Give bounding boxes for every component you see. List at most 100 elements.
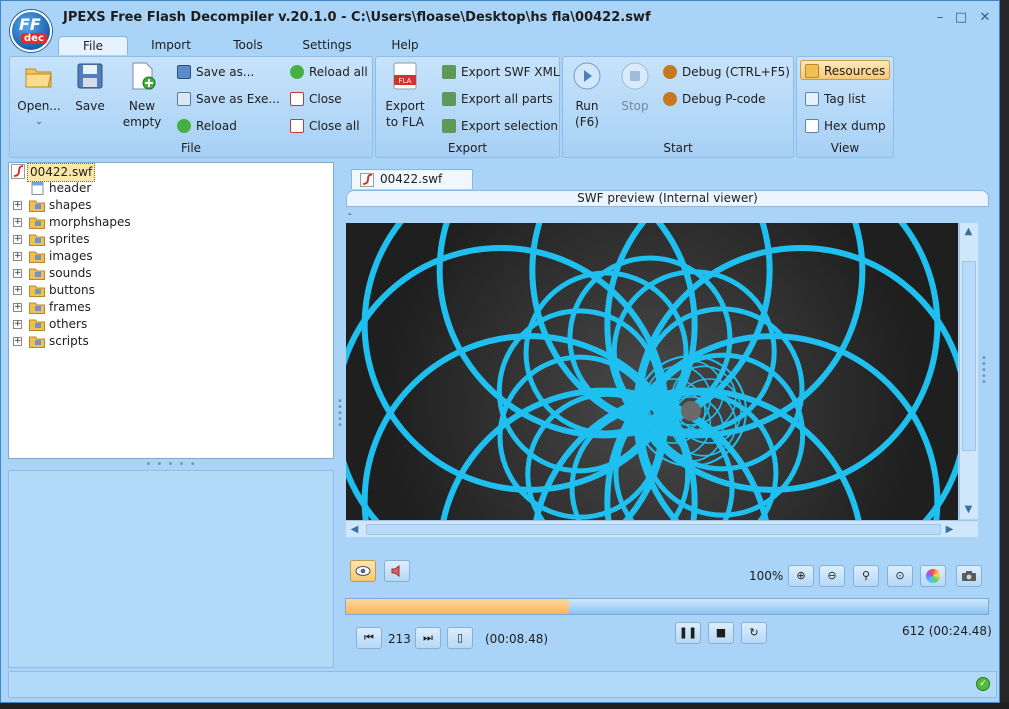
mute-toggle[interactable] [384, 560, 410, 582]
previous-frame-icon: ⏮ [364, 631, 374, 644]
goto-frame-button[interactable]: ▯ [447, 627, 473, 649]
expand-plus-icon[interactable]: + [13, 252, 22, 261]
scroll-down-arrow-icon[interactable]: ▼ [960, 501, 977, 518]
show-preview-toggle[interactable] [350, 560, 376, 582]
ribbon-group-export: FLA Export to FLA Export SWF XML Export … [375, 56, 560, 158]
tree-item-others[interactable]: + others [9, 316, 309, 333]
rosette-center-dot [681, 401, 701, 421]
background-color-button[interactable] [920, 565, 946, 587]
tree-item-scripts[interactable]: + scripts [9, 333, 309, 350]
tree-item-shapes[interactable]: + shapes [9, 197, 309, 214]
right-splitter-grip[interactable]: • • • • • [981, 354, 987, 388]
tree-item-morphshapes[interactable]: + morphshapes [9, 214, 309, 231]
stop-playback-button[interactable]: ■ [708, 622, 734, 644]
zoom-in-button[interactable]: ⊕ [788, 565, 814, 587]
logo-ff-text: FF [19, 15, 41, 34]
save-as-exe-button[interactable]: Save as Exe... [177, 89, 280, 109]
camera-icon [962, 571, 976, 581]
scroll-up-arrow-icon[interactable]: ▲ [960, 223, 977, 240]
minimize-button[interactable]: – [933, 11, 947, 25]
next-frame-button[interactable]: ⏭ [415, 627, 441, 649]
new-file-icon [132, 62, 156, 90]
vertical-splitter-grip[interactable]: • • • • • [337, 397, 343, 431]
tree-item-sounds[interactable]: + sounds [9, 265, 309, 282]
expand-plus-icon[interactable]: + [13, 235, 22, 244]
maximize-button[interactable]: □ [954, 11, 968, 25]
tree-item-label: images [49, 249, 93, 263]
expand-plus-icon[interactable]: + [13, 269, 22, 278]
app-window: JPEXS Free Flash Decompiler v.20.1.0 - C… [0, 0, 1000, 703]
resources-folder-icon [805, 64, 819, 78]
current-time: (00:08.48) [485, 632, 549, 646]
tree-item-images[interactable]: + images [9, 248, 309, 265]
tab-help[interactable]: Help [381, 36, 429, 55]
export-all-parts-button[interactable]: Export all parts [442, 89, 553, 109]
export-to-fla-button[interactable]: FLA Export to FLA [382, 61, 428, 130]
expand-plus-icon[interactable]: + [13, 320, 22, 329]
expand-plus-icon[interactable]: + [13, 218, 22, 227]
zoom-reset-button[interactable]: ⊙ [887, 565, 913, 587]
swf-stage[interactable] [346, 223, 958, 520]
run-button[interactable]: Run (F6) [567, 61, 607, 130]
open-folder-icon [25, 68, 52, 88]
export-fla-label-line2: to FLA [386, 115, 424, 129]
playback-progress-bar[interactable] [345, 598, 989, 615]
resources-view-button[interactable]: Resources [800, 60, 890, 80]
horizontal-scroll-thumb[interactable] [366, 524, 941, 535]
reload-all-button[interactable]: Reload all [290, 62, 368, 82]
tab-import[interactable]: Import [141, 36, 201, 55]
swf-file-icon [360, 173, 374, 187]
app-logo-icon[interactable]: FF dec [10, 10, 52, 52]
document-tab[interactable]: 00422.swf [351, 169, 473, 189]
tab-file[interactable]: File [58, 36, 128, 55]
loop-button[interactable]: ↻ [741, 622, 767, 644]
debug-pcode-button[interactable]: Debug P-code [663, 89, 766, 109]
preview-vertical-scrollbar[interactable]: ▲ ▼ [959, 223, 978, 519]
previous-frame-button[interactable]: ⏮ [356, 627, 382, 649]
expand-plus-icon[interactable]: + [13, 337, 22, 346]
shapes-folder-icon [29, 200, 45, 212]
tree-item-label: frames [49, 300, 91, 314]
loop-icon: ↻ [749, 626, 759, 639]
close-window-button[interactable]: ✕ [978, 11, 992, 25]
open-label: Open... [17, 99, 61, 113]
save-button[interactable]: Save [70, 61, 110, 114]
tree-item-buttons[interactable]: + buttons [9, 282, 309, 299]
expand-plus-icon[interactable]: + [13, 303, 22, 312]
new-empty-button[interactable]: New empty [120, 61, 164, 130]
scroll-right-arrow-icon[interactable]: ▶ [941, 521, 958, 538]
tree-item-label: scripts [49, 334, 89, 348]
vertical-scroll-thumb[interactable] [962, 261, 976, 451]
expand-plus-icon[interactable]: + [13, 201, 22, 210]
close-all-button[interactable]: Close all [290, 116, 360, 136]
pause-button[interactable]: ❚❚ [675, 622, 701, 644]
save-as-label: Save as... [196, 65, 255, 79]
zoom-fit-button[interactable]: ⚲ [853, 565, 879, 587]
open-button[interactable]: Open... ⌄ [14, 61, 64, 130]
snapshot-button[interactable] [956, 565, 982, 587]
left-panel-splitter[interactable]: • • • • • [8, 460, 334, 470]
tree-item-label: sounds [49, 266, 92, 280]
pause-icon: ❚❚ [678, 626, 698, 639]
scroll-left-arrow-icon[interactable]: ◀ [346, 521, 363, 538]
expand-plus-icon[interactable]: + [13, 286, 22, 295]
stop-button[interactable]: Stop [615, 61, 655, 114]
tab-settings[interactable]: Settings [295, 36, 359, 55]
save-as-button[interactable]: Save as... [177, 62, 254, 82]
export-swf-xml-button[interactable]: Export SWF XML [442, 62, 560, 82]
tree-item-header[interactable]: header [9, 180, 309, 197]
debug-button[interactable]: Debug (CTRL+F5) [663, 62, 790, 82]
tree-item-sprites[interactable]: + sprites [9, 231, 309, 248]
tag-list-view-button[interactable]: Tag list [805, 89, 866, 109]
status-ok-check-icon[interactable]: ✓ [976, 677, 990, 691]
reload-button[interactable]: Reload [177, 116, 237, 136]
tab-tools[interactable]: Tools [219, 36, 277, 55]
open-dropdown-chevron-icon[interactable]: ⌄ [14, 114, 64, 130]
zoom-out-button[interactable]: ⊖ [819, 565, 845, 587]
export-selection-button[interactable]: Export selection [442, 116, 558, 136]
close-button[interactable]: Close [290, 89, 342, 109]
file-group-label: File [180, 141, 202, 155]
preview-horizontal-scrollbar[interactable]: ◀ ▶ [346, 520, 978, 537]
tree-item-frames[interactable]: + frames [9, 299, 309, 316]
hex-dump-view-button[interactable]: Hex dump [805, 116, 886, 136]
